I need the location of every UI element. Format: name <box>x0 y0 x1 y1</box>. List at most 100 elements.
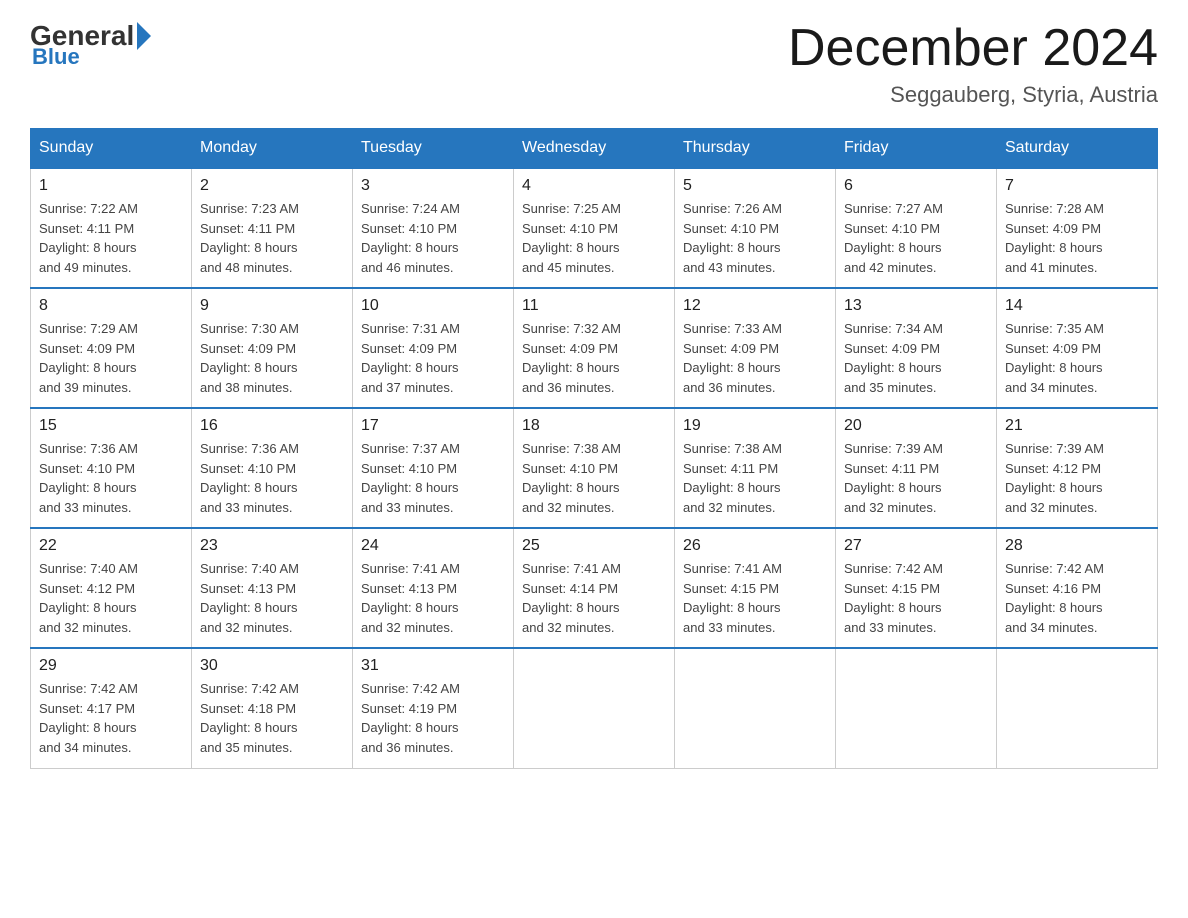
day-info: Sunrise: 7:38 AM Sunset: 4:10 PM Dayligh… <box>522 439 666 517</box>
day-number: 1 <box>39 177 183 195</box>
calendar-day-cell: 30 Sunrise: 7:42 AM Sunset: 4:18 PM Dayl… <box>192 648 353 768</box>
calendar-week-row: 1 Sunrise: 7:22 AM Sunset: 4:11 PM Dayli… <box>31 168 1158 288</box>
calendar-day-cell: 16 Sunrise: 7:36 AM Sunset: 4:10 PM Dayl… <box>192 408 353 528</box>
day-number: 22 <box>39 537 183 555</box>
calendar-day-cell <box>997 648 1158 768</box>
day-info: Sunrise: 7:28 AM Sunset: 4:09 PM Dayligh… <box>1005 199 1149 277</box>
title-section: December 2024 Seggauberg, Styria, Austri… <box>788 20 1158 108</box>
day-info: Sunrise: 7:42 AM Sunset: 4:15 PM Dayligh… <box>844 559 988 637</box>
calendar-day-cell: 6 Sunrise: 7:27 AM Sunset: 4:10 PM Dayli… <box>836 168 997 288</box>
day-number: 23 <box>200 537 344 555</box>
day-number: 8 <box>39 297 183 315</box>
calendar-day-cell: 26 Sunrise: 7:41 AM Sunset: 4:15 PM Dayl… <box>675 528 836 648</box>
day-number: 26 <box>683 537 827 555</box>
calendar-day-cell: 31 Sunrise: 7:42 AM Sunset: 4:19 PM Dayl… <box>353 648 514 768</box>
column-header-friday: Friday <box>836 129 997 169</box>
day-info: Sunrise: 7:34 AM Sunset: 4:09 PM Dayligh… <box>844 319 988 397</box>
calendar-day-cell: 25 Sunrise: 7:41 AM Sunset: 4:14 PM Dayl… <box>514 528 675 648</box>
day-info: Sunrise: 7:41 AM Sunset: 4:13 PM Dayligh… <box>361 559 505 637</box>
day-number: 18 <box>522 417 666 435</box>
column-header-saturday: Saturday <box>997 129 1158 169</box>
day-info: Sunrise: 7:39 AM Sunset: 4:12 PM Dayligh… <box>1005 439 1149 517</box>
day-number: 10 <box>361 297 505 315</box>
logo: General Blue <box>30 20 154 70</box>
calendar-day-cell: 24 Sunrise: 7:41 AM Sunset: 4:13 PM Dayl… <box>353 528 514 648</box>
day-number: 29 <box>39 657 183 675</box>
logo-arrow-icon <box>137 22 151 50</box>
day-info: Sunrise: 7:31 AM Sunset: 4:09 PM Dayligh… <box>361 319 505 397</box>
day-info: Sunrise: 7:24 AM Sunset: 4:10 PM Dayligh… <box>361 199 505 277</box>
day-info: Sunrise: 7:32 AM Sunset: 4:09 PM Dayligh… <box>522 319 666 397</box>
day-info: Sunrise: 7:33 AM Sunset: 4:09 PM Dayligh… <box>683 319 827 397</box>
day-number: 15 <box>39 417 183 435</box>
day-number: 3 <box>361 177 505 195</box>
column-header-thursday: Thursday <box>675 129 836 169</box>
day-number: 2 <box>200 177 344 195</box>
calendar-day-cell: 4 Sunrise: 7:25 AM Sunset: 4:10 PM Dayli… <box>514 168 675 288</box>
column-header-tuesday: Tuesday <box>353 129 514 169</box>
calendar-day-cell: 23 Sunrise: 7:40 AM Sunset: 4:13 PM Dayl… <box>192 528 353 648</box>
month-title: December 2024 <box>788 20 1158 77</box>
day-info: Sunrise: 7:35 AM Sunset: 4:09 PM Dayligh… <box>1005 319 1149 397</box>
day-number: 25 <box>522 537 666 555</box>
calendar-day-cell: 8 Sunrise: 7:29 AM Sunset: 4:09 PM Dayli… <box>31 288 192 408</box>
calendar-week-row: 15 Sunrise: 7:36 AM Sunset: 4:10 PM Dayl… <box>31 408 1158 528</box>
day-info: Sunrise: 7:42 AM Sunset: 4:18 PM Dayligh… <box>200 679 344 757</box>
day-info: Sunrise: 7:40 AM Sunset: 4:13 PM Dayligh… <box>200 559 344 637</box>
day-info: Sunrise: 7:27 AM Sunset: 4:10 PM Dayligh… <box>844 199 988 277</box>
calendar-day-cell: 9 Sunrise: 7:30 AM Sunset: 4:09 PM Dayli… <box>192 288 353 408</box>
day-info: Sunrise: 7:41 AM Sunset: 4:15 PM Dayligh… <box>683 559 827 637</box>
day-number: 7 <box>1005 177 1149 195</box>
day-number: 31 <box>361 657 505 675</box>
day-number: 14 <box>1005 297 1149 315</box>
day-number: 24 <box>361 537 505 555</box>
day-number: 5 <box>683 177 827 195</box>
calendar-day-cell: 20 Sunrise: 7:39 AM Sunset: 4:11 PM Dayl… <box>836 408 997 528</box>
day-number: 30 <box>200 657 344 675</box>
day-info: Sunrise: 7:36 AM Sunset: 4:10 PM Dayligh… <box>39 439 183 517</box>
calendar-day-cell: 7 Sunrise: 7:28 AM Sunset: 4:09 PM Dayli… <box>997 168 1158 288</box>
calendar-week-row: 29 Sunrise: 7:42 AM Sunset: 4:17 PM Dayl… <box>31 648 1158 768</box>
day-info: Sunrise: 7:40 AM Sunset: 4:12 PM Dayligh… <box>39 559 183 637</box>
calendar-day-cell <box>514 648 675 768</box>
location-title: Seggauberg, Styria, Austria <box>788 82 1158 108</box>
calendar-day-cell: 22 Sunrise: 7:40 AM Sunset: 4:12 PM Dayl… <box>31 528 192 648</box>
day-number: 19 <box>683 417 827 435</box>
calendar-day-cell: 27 Sunrise: 7:42 AM Sunset: 4:15 PM Dayl… <box>836 528 997 648</box>
calendar-day-cell: 21 Sunrise: 7:39 AM Sunset: 4:12 PM Dayl… <box>997 408 1158 528</box>
day-number: 21 <box>1005 417 1149 435</box>
day-number: 16 <box>200 417 344 435</box>
calendar-day-cell <box>836 648 997 768</box>
day-info: Sunrise: 7:38 AM Sunset: 4:11 PM Dayligh… <box>683 439 827 517</box>
day-info: Sunrise: 7:23 AM Sunset: 4:11 PM Dayligh… <box>200 199 344 277</box>
day-number: 20 <box>844 417 988 435</box>
calendar-day-cell: 10 Sunrise: 7:31 AM Sunset: 4:09 PM Dayl… <box>353 288 514 408</box>
calendar-header-row: SundayMondayTuesdayWednesdayThursdayFrid… <box>31 129 1158 169</box>
calendar-day-cell: 5 Sunrise: 7:26 AM Sunset: 4:10 PM Dayli… <box>675 168 836 288</box>
calendar-table: SundayMondayTuesdayWednesdayThursdayFrid… <box>30 128 1158 769</box>
column-header-wednesday: Wednesday <box>514 129 675 169</box>
calendar-day-cell: 28 Sunrise: 7:42 AM Sunset: 4:16 PM Dayl… <box>997 528 1158 648</box>
calendar-day-cell: 19 Sunrise: 7:38 AM Sunset: 4:11 PM Dayl… <box>675 408 836 528</box>
page-header: General Blue December 2024 Seggauberg, S… <box>30 20 1158 108</box>
day-number: 4 <box>522 177 666 195</box>
day-info: Sunrise: 7:36 AM Sunset: 4:10 PM Dayligh… <box>200 439 344 517</box>
day-info: Sunrise: 7:26 AM Sunset: 4:10 PM Dayligh… <box>683 199 827 277</box>
day-number: 28 <box>1005 537 1149 555</box>
day-info: Sunrise: 7:42 AM Sunset: 4:19 PM Dayligh… <box>361 679 505 757</box>
calendar-day-cell: 2 Sunrise: 7:23 AM Sunset: 4:11 PM Dayli… <box>192 168 353 288</box>
column-header-monday: Monday <box>192 129 353 169</box>
calendar-day-cell: 15 Sunrise: 7:36 AM Sunset: 4:10 PM Dayl… <box>31 408 192 528</box>
calendar-day-cell: 14 Sunrise: 7:35 AM Sunset: 4:09 PM Dayl… <box>997 288 1158 408</box>
day-info: Sunrise: 7:42 AM Sunset: 4:16 PM Dayligh… <box>1005 559 1149 637</box>
column-header-sunday: Sunday <box>31 129 192 169</box>
day-info: Sunrise: 7:42 AM Sunset: 4:17 PM Dayligh… <box>39 679 183 757</box>
calendar-day-cell: 3 Sunrise: 7:24 AM Sunset: 4:10 PM Dayli… <box>353 168 514 288</box>
day-number: 9 <box>200 297 344 315</box>
calendar-day-cell: 13 Sunrise: 7:34 AM Sunset: 4:09 PM Dayl… <box>836 288 997 408</box>
day-number: 11 <box>522 297 666 315</box>
calendar-week-row: 8 Sunrise: 7:29 AM Sunset: 4:09 PM Dayli… <box>31 288 1158 408</box>
day-number: 27 <box>844 537 988 555</box>
logo-blue: Blue <box>32 44 80 70</box>
calendar-week-row: 22 Sunrise: 7:40 AM Sunset: 4:12 PM Dayl… <box>31 528 1158 648</box>
